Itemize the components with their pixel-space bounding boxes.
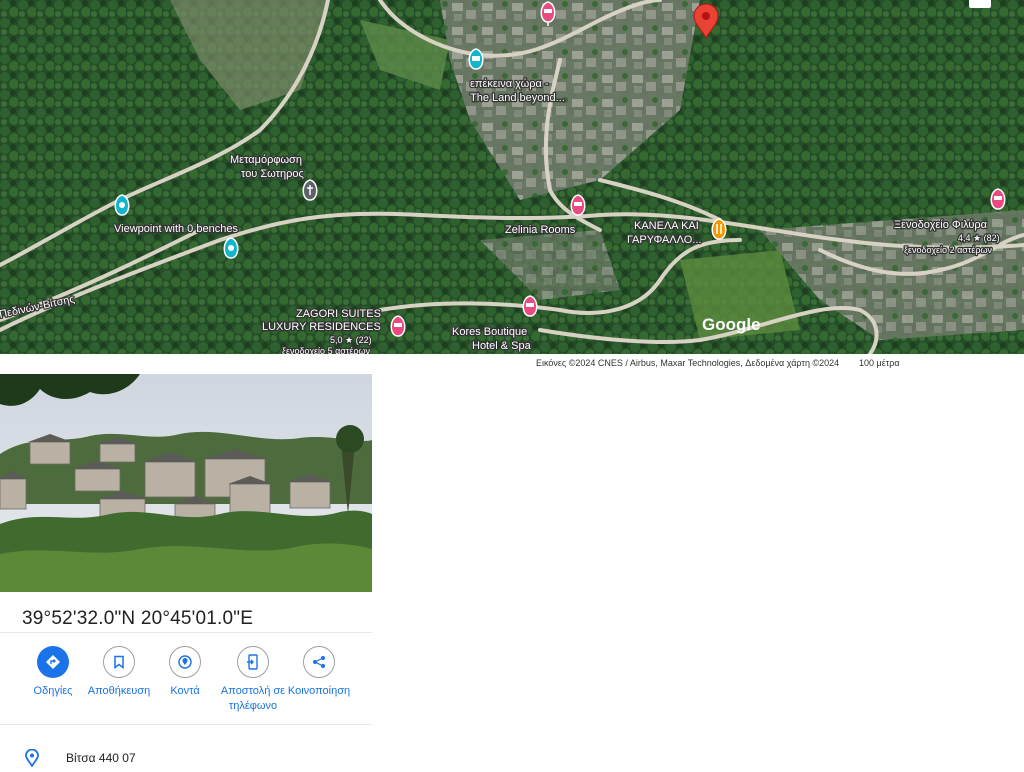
hotel-pin-zelinia[interactable] — [570, 194, 586, 216]
send-to-phone-button[interactable]: Αποστολή σε τηλέφωνο — [216, 646, 290, 714]
place-photo-image — [0, 374, 372, 592]
label-kores-line2: Hotel & Spa — [472, 340, 532, 352]
label-filyra-line1: Ξενοδοχείο Φιλύρα — [894, 219, 988, 231]
label-metamorfosi-line2: του Σωτηρος — [241, 168, 304, 180]
nearby-label: Κοντά — [170, 685, 200, 697]
save-button[interactable]: Αποθήκευση — [83, 646, 155, 699]
label-zagori-rating: 5,0 ★ (22) — [330, 335, 372, 345]
label-zelinia: Zelinia Rooms — [505, 224, 576, 236]
label-viewpoint: Viewpoint with 0 benches — [114, 223, 238, 235]
label-zagori-line2: LUXURY RESIDENCES — [262, 321, 381, 333]
bookmark-icon — [103, 646, 135, 678]
map-control-button[interactable] — [969, 0, 991, 8]
address-text: Βίτσα 440 07 — [66, 751, 136, 765]
send-to-phone-label: Αποστολή σε τηλέφωνο — [220, 685, 286, 712]
label-filyra-type: ξενοδοχείο 2 αστέρων — [904, 245, 993, 255]
location-pin-icon — [24, 748, 40, 772]
label-kanela-line2: ΓΑΡΥΦΑΛΛΟ... — [627, 234, 701, 246]
imagery-credit[interactable]: Εικόνες ©2024 CNES / Airbus, Maxar Techn… — [536, 358, 839, 368]
share-label: Κοινοποίηση — [287, 685, 351, 697]
place-coordinates: 39°52'32.0"N 20°45'01.0"E — [22, 608, 254, 629]
label-kores-line1: Kores Boutique — [452, 326, 527, 338]
hotel-pin-filyra[interactable] — [990, 188, 1006, 210]
church-pin[interactable] — [302, 179, 318, 201]
share-button[interactable]: Κοινοποίηση — [283, 646, 355, 699]
label-filyra-rating: 4,4 ★ (82) — [958, 233, 1000, 243]
scale-label[interactable]: 100 μέτρα — [859, 358, 900, 368]
label-land-beyond-line1: επέκεινα χώρα - — [470, 78, 549, 90]
satellite-map[interactable]: Μεταμόρφωση του Σωτηρος Viewpoint with 0… — [0, 0, 1024, 354]
directions-label: Οδηγίες — [33, 685, 73, 697]
divider-top — [0, 632, 372, 633]
viewpoint-pin-1[interactable] — [114, 194, 130, 216]
directions-icon — [37, 646, 69, 678]
map-canvas[interactable]: Μεταμόρφωση του Σωτηρος Viewpoint with 0… — [0, 0, 1024, 354]
divider-bottom — [0, 724, 372, 725]
label-land-beyond-line2: The Land beyond... — [470, 92, 565, 104]
save-label: Αποθήκευση — [87, 685, 151, 697]
google-logo: Google — [702, 315, 761, 334]
nearby-icon — [169, 646, 201, 678]
label-zagori-line1: ZAGORI SUITES — [296, 308, 381, 320]
hotel-pin-kores[interactable] — [522, 295, 538, 317]
share-icon — [303, 646, 335, 678]
hotel-pin-zagori[interactable] — [390, 315, 406, 337]
attraction-pin-land-beyond[interactable] — [468, 48, 484, 70]
label-kanela-line1: ΚΑΝΕΛΑ ΚΑΙ — [634, 220, 699, 232]
viewpoint-pin-2[interactable] — [223, 237, 239, 259]
label-zagori-type: ξενοδοχείο 5 αστέρων — [282, 346, 371, 354]
place-photo[interactable] — [0, 374, 372, 592]
nearby-button[interactable]: Κοντά — [149, 646, 221, 699]
address-row[interactable]: Βίτσα 440 07 — [24, 748, 364, 768]
food-pin-kanela[interactable] — [711, 218, 727, 240]
map-attribution: Εικόνες ©2024 CNES / Airbus, Maxar Techn… — [0, 357, 1024, 371]
directions-button[interactable]: Οδηγίες — [17, 646, 89, 699]
label-metamorfosi-line1: Μεταμόρφωση — [230, 154, 302, 166]
send-to-phone-icon — [237, 646, 269, 678]
